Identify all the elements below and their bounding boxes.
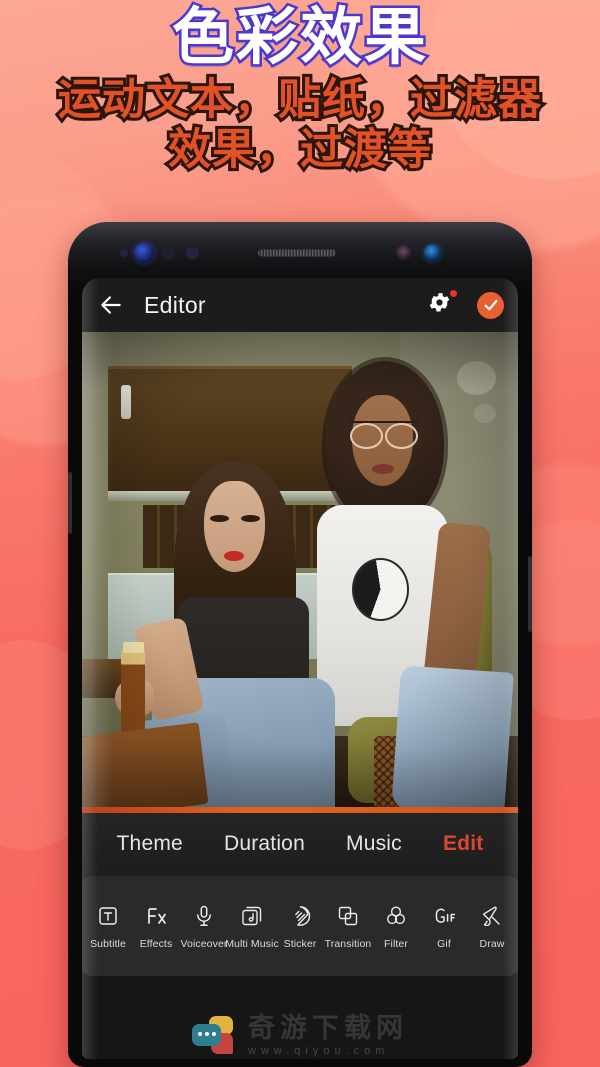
promo-title: 色彩效果 bbox=[169, 3, 428, 73]
phone-mockup: Editor Theme Duration Music Edit Subtitl… bbox=[68, 222, 532, 1067]
page-title: Editor bbox=[144, 291, 206, 318]
phone-screen: Editor Theme Duration Music Edit Subtitl… bbox=[82, 278, 518, 1059]
tool-effects[interactable]: Effects bbox=[132, 903, 180, 950]
volume-button[interactable] bbox=[68, 472, 72, 534]
fx-icon bbox=[143, 903, 169, 929]
tool-subtitle[interactable]: Subtitle bbox=[84, 903, 132, 950]
proximity-sensor-icon bbox=[120, 249, 128, 257]
light-sensor-icon bbox=[162, 246, 175, 260]
back-arrow-icon[interactable] bbox=[96, 290, 126, 320]
preview-photo bbox=[82, 332, 518, 813]
promo-subtitle-line-1: 运动文本，贴纸，过滤器 bbox=[55, 73, 544, 127]
editing-toolbar: Subtitle Effects Voiceover Multi Music S… bbox=[82, 876, 518, 976]
front-camera-icon bbox=[424, 244, 441, 262]
gif-icon bbox=[431, 903, 457, 929]
check-icon bbox=[484, 299, 497, 311]
iris-scanner-icon bbox=[134, 243, 154, 263]
tool-label: Subtitle bbox=[90, 937, 126, 950]
video-preview[interactable] bbox=[82, 332, 518, 813]
tab-duration[interactable]: Duration bbox=[224, 832, 305, 860]
tab-edit[interactable]: Edit bbox=[443, 832, 483, 860]
tool-label: Sticker bbox=[283, 937, 317, 950]
promo-text-block: 色彩效果 运动文本，贴纸，过滤器 效果，过渡等 bbox=[0, 3, 600, 178]
tool-sticker[interactable]: Sticker bbox=[276, 903, 324, 950]
phone-sensor-row bbox=[68, 240, 532, 266]
text-box-icon bbox=[95, 903, 121, 929]
tool-label: Filter bbox=[384, 937, 408, 950]
tool-voiceover[interactable]: Voiceover bbox=[180, 903, 228, 950]
tool-transition[interactable]: Transition bbox=[324, 903, 372, 950]
tab-theme[interactable]: Theme bbox=[117, 832, 183, 860]
led-indicator-icon bbox=[396, 245, 412, 261]
tool-label: Gif bbox=[437, 937, 451, 950]
earpiece-speaker-icon bbox=[258, 249, 336, 257]
confirm-button[interactable] bbox=[477, 291, 504, 319]
tool-label: Multi Music bbox=[225, 937, 279, 950]
bottom-tab-bar: Theme Duration Music Edit bbox=[82, 813, 518, 879]
settings-button[interactable] bbox=[427, 290, 457, 320]
tool-label: Transition bbox=[324, 937, 372, 950]
music-stack-icon bbox=[239, 903, 265, 929]
tool-label: Draw bbox=[479, 937, 505, 950]
sticker-icon bbox=[287, 903, 313, 929]
promo-screenshot: 色彩效果 运动文本，贴纸，过滤器 效果，过渡等 Editor Theme Dur… bbox=[0, 0, 600, 1067]
settings-notification-badge bbox=[450, 290, 457, 297]
filter-circles-icon bbox=[383, 903, 409, 929]
sensor-dot-icon bbox=[186, 246, 199, 260]
power-button[interactable] bbox=[528, 556, 532, 632]
gear-icon bbox=[429, 293, 450, 312]
tool-label: Voiceover bbox=[180, 937, 228, 950]
tool-draw[interactable]: Draw bbox=[468, 903, 516, 950]
tool-filter[interactable]: Filter bbox=[372, 903, 420, 950]
tool-gif[interactable]: Gif bbox=[420, 903, 468, 950]
tab-music[interactable]: Music bbox=[346, 832, 402, 860]
microphone-icon bbox=[191, 903, 217, 929]
app-bar: Editor bbox=[82, 278, 518, 332]
brush-icon bbox=[479, 903, 505, 929]
transition-squares-icon bbox=[335, 903, 361, 929]
tool-label: Effects bbox=[139, 937, 173, 950]
promo-subtitle-line-2: 效果，过渡等 bbox=[165, 123, 434, 177]
tool-multi-music[interactable]: Multi Music bbox=[225, 903, 279, 950]
